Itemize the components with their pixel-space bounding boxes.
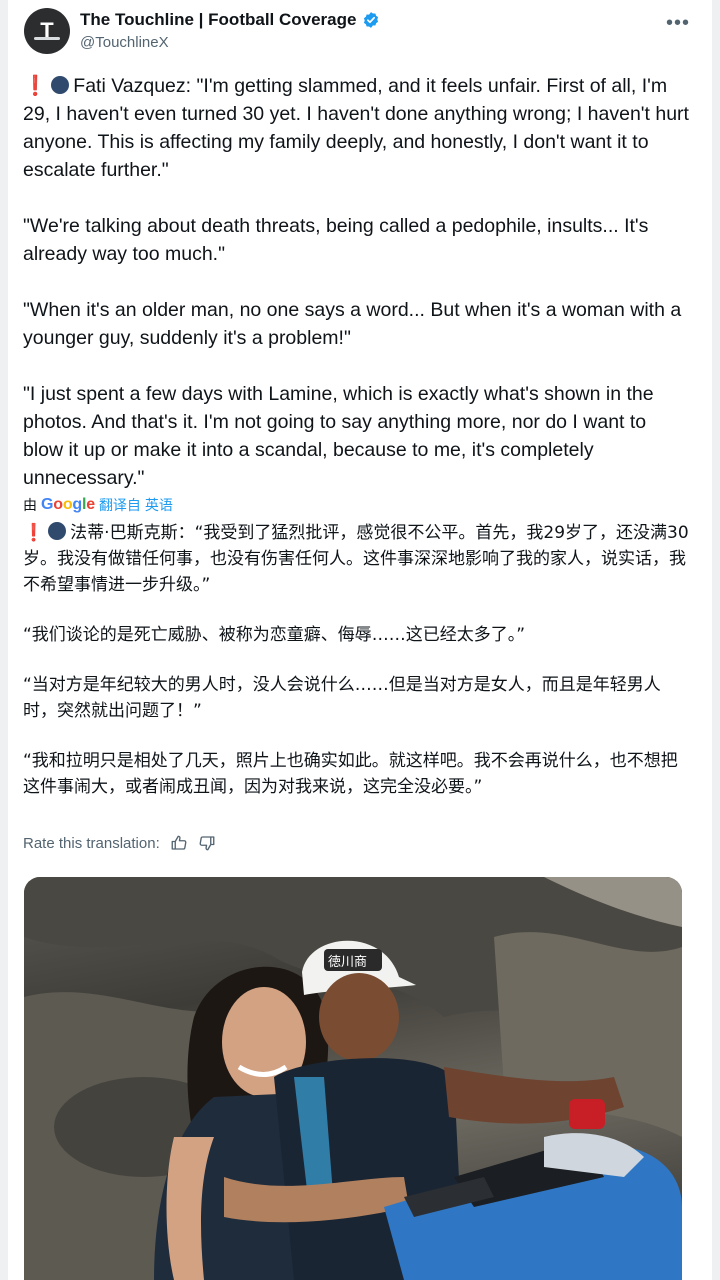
- handle[interactable]: @TouchlineX: [80, 34, 169, 51]
- tweet-paragraph: "I just spent a few days with Lamine, wh…: [23, 383, 654, 489]
- tweet-paragraph: ❗ Fati Vazquez: "I'm getting slammed, and…: [23, 72, 691, 184]
- more-dots-icon[interactable]: •••: [666, 12, 690, 35]
- speaking-head-icon: [48, 522, 67, 540]
- thumbs-down-icon[interactable]: [198, 834, 216, 852]
- translated-text: ❗ 法蒂·巴斯克斯：“我受到了猛烈批评，感觉很不公平。首先，我29岁了，还没满30…: [23, 520, 691, 824]
- rate-translation: Rate this translation:: [23, 834, 216, 852]
- name-row: The Touchline | Football Coverage: [80, 10, 380, 30]
- frame-left-border: [0, 0, 8, 1280]
- translation-paragraph: “我和拉明只是相处了几天，照片上也确实如此。就这样吧。我不会再说什么，也不想把这…: [23, 751, 678, 797]
- tweet-photo[interactable]: 徳川商: [24, 877, 682, 1280]
- speaking-head-icon: [51, 76, 70, 94]
- frame-right-border: [712, 0, 720, 1280]
- svg-text:徳川商: 徳川商: [328, 955, 367, 970]
- translation-paragraph: “当对方是年纪较大的男人时，没人会说什么……但是当对方是女人，而且是年轻男人时，…: [23, 675, 661, 721]
- tweet-paragraph: "When it's an older man, no one says a w…: [23, 299, 682, 349]
- translation-paragraph: “我们谈论的是死亡威胁、被称为恋童癖、侮辱……这已经太多了。”: [23, 625, 526, 645]
- tweet-text: ❗ Fati Vazquez: "I'm getting slammed, and…: [23, 72, 691, 492]
- exclamation-icon: ❗: [23, 523, 45, 543]
- display-name[interactable]: The Touchline | Football Coverage: [80, 10, 356, 30]
- translated-by-prefix: 由: [23, 497, 37, 513]
- translation-paragraph-text: 法蒂·巴斯克斯：“我受到了猛烈批评，感觉很不公平。首先，我29岁了，还没满30岁…: [23, 523, 689, 595]
- thumbs-up-icon[interactable]: [170, 834, 188, 852]
- avatar-underline: [34, 37, 60, 40]
- avatar-letter: T: [40, 18, 54, 43]
- tweet-paragraph-text: Fati Vazquez: "I'm getting slammed, and …: [23, 75, 689, 181]
- translated-from-link[interactable]: 翻译自 英语: [99, 495, 173, 515]
- avatar[interactable]: T: [24, 8, 70, 54]
- translation-paragraph: ❗ 法蒂·巴斯克斯：“我受到了猛烈批评，感觉很不公平。首先，我29岁了，还没满30…: [23, 520, 691, 598]
- rate-label: Rate this translation:: [23, 834, 160, 852]
- tweet-header: T The Touchline | Football Coverage @Tou…: [24, 8, 696, 56]
- photo-illustration: 徳川商: [24, 877, 682, 1280]
- translated-by-banner: 由 Google 翻译自 英语: [23, 495, 173, 515]
- tweet-paragraph: "We're talking about death threats, bein…: [23, 215, 649, 265]
- google-logo: Google: [41, 496, 95, 513]
- exclamation-icon: ❗: [23, 75, 48, 97]
- verified-badge-icon: [364, 12, 379, 28]
